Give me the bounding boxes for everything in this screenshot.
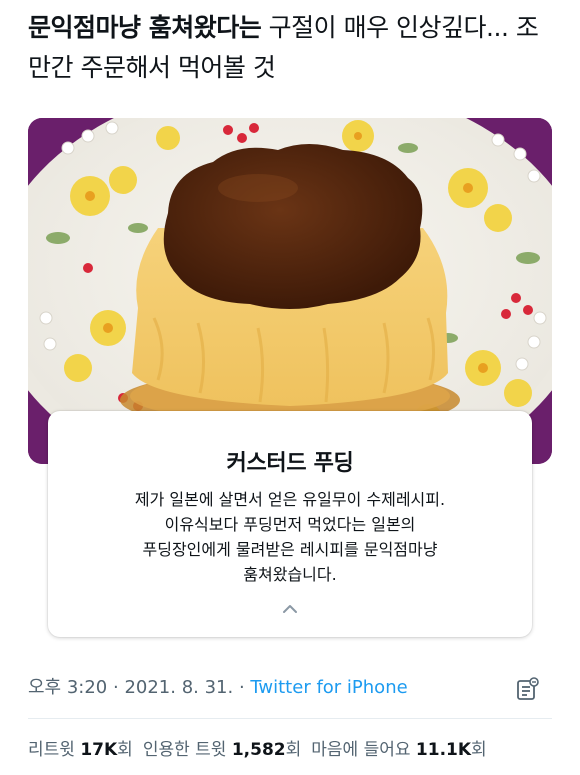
tweet-text-bold: 문익점마냥 훔쳐왔다는 bbox=[28, 13, 262, 42]
likes-stat[interactable]: 마음에 들어요 11.1K회 bbox=[311, 740, 486, 760]
popup-line: 제가 일본에 살면서 얻은 유일무이 수제레시피. bbox=[134, 490, 446, 509]
tweet-date[interactable]: 2021. 8. 31. bbox=[124, 677, 233, 698]
chevron-up-icon[interactable] bbox=[280, 599, 300, 619]
likes-unit: 회 bbox=[471, 740, 487, 760]
popup-line: 푸딩장인에게 물려받은 레시피를 문익점마냥 bbox=[142, 540, 438, 559]
quotes-count: 1,582 bbox=[231, 740, 286, 760]
retweets-count: 17K bbox=[80, 740, 118, 760]
tweet-time[interactable]: 오후 3:20 bbox=[28, 677, 107, 698]
retweets-stat[interactable]: 리트윗 17K회 bbox=[28, 740, 133, 760]
popup-line: 훔쳐왔습니다. bbox=[243, 565, 337, 584]
analytics-icon[interactable] bbox=[515, 676, 541, 702]
tweet-text: 문익점마냥 훔쳐왔다는 구절이 매우 인상깊다... 조만간 주문해서 먹어볼 … bbox=[28, 8, 558, 88]
popup-body: 제가 일본에 살면서 얻은 유일무이 수제레시피. 이유식보다 푸딩먼저 먹었다… bbox=[72, 487, 508, 587]
retweets-label: 리트윗 bbox=[28, 740, 75, 760]
tweet-stats: 리트윗 17K회 인용한 트윗 1,582회 마음에 들어요 11.1K회 bbox=[28, 735, 487, 760]
retweets-unit: 회 bbox=[117, 740, 133, 760]
quotes-unit: 회 bbox=[285, 740, 302, 760]
likes-count: 11.1K bbox=[415, 740, 472, 760]
tweet-meta: 오후 3:20 · 2021. 8. 31. · Twitter for iPh… bbox=[28, 673, 408, 699]
meta-separator: · bbox=[107, 677, 125, 698]
popup-title: 커스터드 푸딩 bbox=[226, 451, 354, 476]
image-description-popup: 커스터드 푸딩 제가 일본에 살면서 얻은 유일무이 수제레시피. 이유식보다 … bbox=[48, 411, 532, 637]
tweet-source-link[interactable]: Twitter for iPhone bbox=[250, 677, 407, 698]
divider bbox=[28, 718, 552, 719]
likes-label: 마음에 들어요 bbox=[311, 740, 411, 760]
meta-separator: · bbox=[233, 677, 251, 698]
popup-line: 이유식보다 푸딩먼저 먹었다는 일본의 bbox=[164, 515, 416, 534]
quotes-stat[interactable]: 인용한 트윗 1,582회 bbox=[143, 740, 301, 760]
quotes-label: 인용한 트윗 bbox=[142, 740, 227, 760]
